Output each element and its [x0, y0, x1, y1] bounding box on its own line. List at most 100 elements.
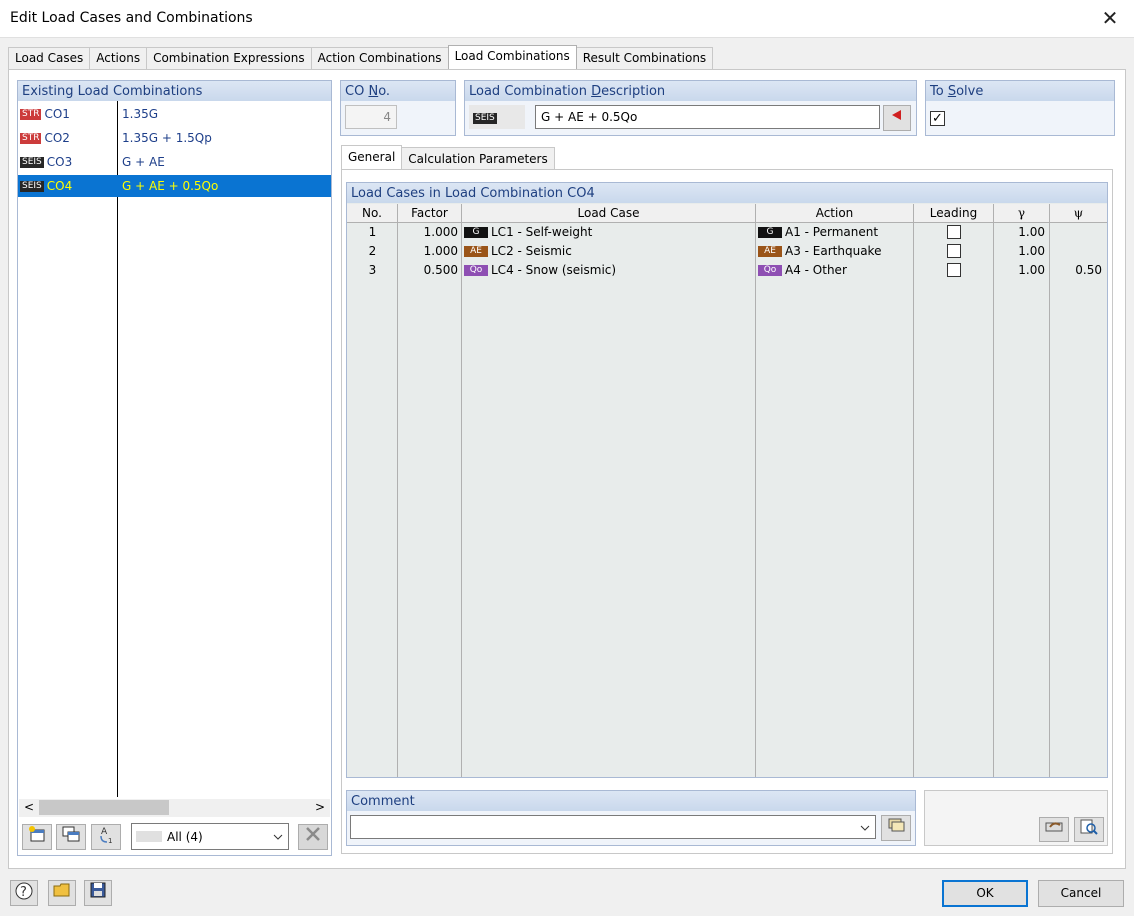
filter-select[interactable]: All (4) — [131, 823, 289, 850]
to-solve-panel: To Solve ✓ — [925, 80, 1115, 136]
grid-tools-panel — [924, 790, 1108, 846]
list-item-code: CO1 — [44, 107, 70, 121]
new-combination-button[interactable] — [22, 824, 52, 850]
leading-checkbox[interactable] — [947, 225, 961, 239]
save-button[interactable] — [84, 880, 112, 906]
cell-psi: 0.50 — [1075, 263, 1102, 277]
cell-psi — [1050, 223, 1102, 242]
col-divider — [398, 223, 462, 777]
seis-badge: SEIS — [473, 113, 497, 124]
scroll-right-icon[interactable]: > — [315, 800, 325, 814]
cell-factor[interactable]: 1.000 — [398, 223, 458, 242]
col-divider — [462, 223, 756, 777]
to-solve-label: To Solve — [926, 81, 1114, 101]
cell-factor[interactable]: 0.500 — [398, 261, 458, 280]
col-load-case-header: Load Case — [462, 204, 756, 223]
leading-checkbox[interactable] — [947, 244, 961, 258]
help-button[interactable]: ? — [10, 880, 38, 906]
grid-title: Load Cases in Load Combination CO4 — [347, 183, 1107, 203]
delete-icon — [306, 827, 320, 841]
category-selector[interactable]: SEIS — [469, 105, 525, 129]
ae-badge: AE — [464, 246, 488, 257]
cell-load-case[interactable]: AE LC2 - Seismic — [464, 242, 572, 261]
horizontal-scrollbar[interactable]: < > — [19, 799, 330, 817]
col-action-header: Action — [756, 204, 914, 223]
scroll-thumb[interactable] — [39, 800, 169, 815]
cell-psi — [1050, 242, 1102, 261]
comment-panel: Comment — [346, 790, 916, 846]
seis-badge: SEIS — [20, 157, 44, 168]
ae-badge: AE — [758, 246, 782, 257]
tab-combination-expressions[interactable]: Combination Expressions — [146, 47, 312, 69]
cell-gamma: 1.00 — [1018, 263, 1045, 277]
tab-actions[interactable]: Actions — [89, 47, 148, 69]
sub-tabs: General Calculation Parameters — [341, 145, 555, 169]
col-factor-header: Factor — [398, 204, 462, 223]
co-number-label: CO No. — [341, 81, 455, 101]
list-item-co1[interactable]: STR CO1 1.35G — [18, 103, 331, 125]
description-library-button[interactable] — [883, 105, 911, 131]
list-item-co3[interactable]: SEIS CO3 G + AE — [18, 151, 331, 173]
co-number-field: 4 — [345, 105, 397, 129]
description-panel: Load Combination Description SEIS G + AE… — [464, 80, 917, 136]
comment-label: Comment — [347, 791, 915, 811]
cell-factor[interactable]: 1.000 — [398, 242, 458, 261]
chevron-down-icon — [273, 834, 283, 840]
delete-button[interactable] — [298, 824, 328, 850]
filter-value: All (4) — [167, 830, 203, 844]
open-button[interactable] — [48, 880, 76, 906]
close-icon[interactable]: ✕ — [1098, 6, 1122, 30]
copy-combination-button[interactable] — [56, 824, 86, 850]
renumber-button[interactable]: A1 — [91, 824, 121, 850]
combinations-list[interactable]: STR CO1 1.35G STR CO2 1.35G + 1.5Qp SEIS CO… — [18, 101, 331, 799]
cell-gamma: 1.00 — [1018, 225, 1045, 239]
search-button[interactable] — [1074, 817, 1104, 842]
co-number-panel: CO No. 4 — [340, 80, 456, 136]
search-icon — [1080, 819, 1098, 835]
leading-checkbox[interactable] — [947, 263, 961, 277]
list-item-desc: G + AE — [122, 155, 165, 169]
svg-text:?: ? — [20, 885, 27, 900]
str-badge: STR — [20, 109, 42, 120]
col-divider — [914, 223, 994, 777]
list-divider — [117, 101, 118, 797]
comment-select[interactable] — [350, 815, 876, 839]
load-case-label: LC2 - Seismic — [491, 244, 572, 258]
hand-tool-button[interactable] — [1039, 817, 1069, 842]
cell-load-case[interactable]: G LC1 - Self-weight — [464, 223, 592, 242]
scroll-left-icon[interactable]: < — [24, 800, 34, 814]
list-item-co4[interactable]: SEIS CO4 G + AE + 0.5Qo — [18, 175, 331, 197]
to-solve-checkbox[interactable]: ✓ — [930, 111, 945, 126]
cell-load-case[interactable]: Qo LC4 - Snow (seismic) — [464, 261, 616, 280]
action-label: A4 - Other — [785, 263, 847, 277]
col-divider — [756, 223, 914, 777]
arrow-left-icon — [892, 110, 901, 120]
list-item-desc: 1.35G — [122, 107, 159, 121]
cell-action: AE A3 - Earthquake — [758, 242, 881, 261]
description-input[interactable]: G + AE + 0.5Qo — [535, 105, 880, 129]
list-item-co2[interactable]: STR CO2 1.35G + 1.5Qp — [18, 127, 331, 149]
tab-action-combinations[interactable]: Action Combinations — [310, 47, 449, 69]
qo-badge: Qo — [464, 265, 488, 276]
library-icon — [888, 818, 905, 832]
tab-load-combinations[interactable]: Load Combinations — [447, 45, 577, 69]
cell-no: 2 — [368, 244, 377, 258]
col-gamma-header: γ — [994, 204, 1050, 223]
list-item-code: CO4 — [46, 179, 73, 193]
action-label: A1 - Permanent — [785, 225, 879, 239]
col-leading-header: Leading — [914, 204, 994, 223]
title-bar: Edit Load Cases and Combinations ✕ — [0, 0, 1134, 38]
existing-combinations-panel: Existing Load Combinations STR CO1 1.35G … — [17, 80, 332, 856]
filter-swatch — [136, 831, 162, 842]
g-badge: G — [464, 227, 488, 238]
tab-general[interactable]: General — [341, 145, 403, 169]
comment-library-button[interactable] — [881, 815, 911, 841]
col-divider — [347, 223, 398, 777]
cancel-button[interactable]: Cancel — [1038, 880, 1124, 907]
tab-load-cases[interactable]: Load Cases — [8, 47, 91, 69]
qo-badge: Qo — [758, 265, 782, 276]
tab-calculation-parameters[interactable]: Calculation Parameters — [401, 147, 555, 169]
tab-result-combinations[interactable]: Result Combinations — [575, 47, 714, 69]
g-badge: G — [758, 227, 782, 238]
ok-button[interactable]: OK — [942, 880, 1028, 907]
